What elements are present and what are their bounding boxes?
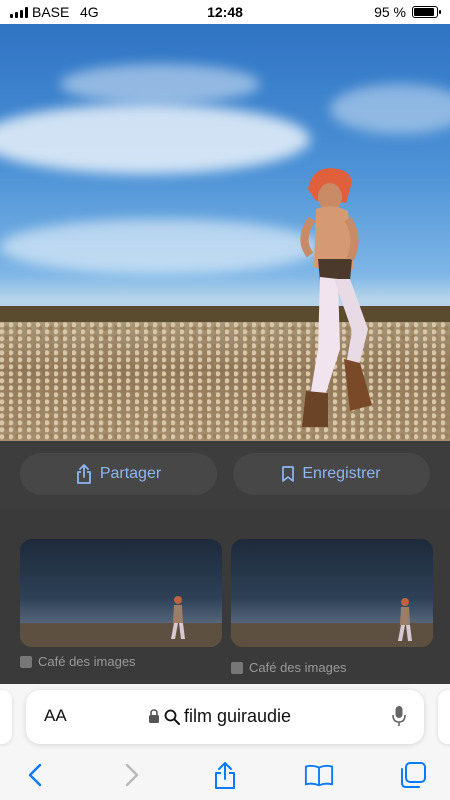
battery-icon (412, 6, 441, 18)
share-button[interactable]: Partager (20, 453, 217, 495)
search-query: film guiraudie (184, 706, 292, 726)
mic-icon[interactable] (392, 705, 406, 727)
forward-button[interactable] (117, 760, 147, 790)
cloud (330, 84, 450, 134)
thumbnail-figure (398, 598, 412, 641)
browser-toolbar: AA film guiraudie (0, 684, 450, 800)
thumbnail-figure (171, 596, 185, 639)
hero-image[interactable] (0, 24, 450, 441)
related-results: Café des images Café des images (0, 509, 450, 684)
share-label: Partager (99, 465, 162, 482)
book-icon (304, 764, 334, 787)
result-thumbnail[interactable] (231, 539, 433, 647)
result-source-label: Café des images (38, 654, 136, 669)
result-source-label: Café des images (249, 660, 347, 675)
site-favicon-icon (20, 655, 32, 668)
site-favicon-icon (231, 661, 243, 674)
battery-level-fill (414, 8, 434, 16)
result-source[interactable]: Café des images (231, 660, 347, 675)
bookmarks-button[interactable] (304, 760, 334, 790)
next-tab-card[interactable] (438, 690, 450, 744)
battery-percent: 95 % (374, 4, 406, 20)
save-button[interactable]: Enregistrer (233, 453, 430, 495)
thumbnail-ground (20, 623, 222, 647)
cloud (0, 104, 310, 174)
bookmark-icon (282, 466, 295, 482)
address-bar[interactable]: AA film guiraudie (26, 690, 424, 744)
back-icon (28, 763, 42, 787)
previous-tab-card[interactable] (0, 690, 12, 744)
navigation-bar (0, 754, 450, 798)
cloud (0, 219, 320, 274)
search-icon (164, 709, 180, 725)
status-bar: BASE 4G 12:48 95 % (0, 0, 450, 24)
result-source[interactable]: Café des images (20, 654, 136, 669)
save-label: Enregistrer (302, 465, 381, 482)
walking-woman-figure (300, 168, 372, 427)
lock-icon (149, 709, 159, 723)
url-display[interactable]: film guiraudie (148, 706, 291, 727)
forward-icon (125, 763, 139, 787)
tabs-icon (401, 762, 426, 788)
image-action-bar: Partager Enregistrer (0, 441, 450, 509)
back-button[interactable] (20, 760, 50, 790)
tabs-button[interactable] (398, 760, 428, 790)
share-icon (215, 762, 235, 789)
cloud (60, 64, 260, 104)
toolbar-share-button[interactable] (210, 760, 240, 790)
result-thumbnail[interactable] (20, 539, 222, 647)
text-size-button[interactable]: AA (44, 706, 67, 726)
share-icon (76, 464, 91, 484)
